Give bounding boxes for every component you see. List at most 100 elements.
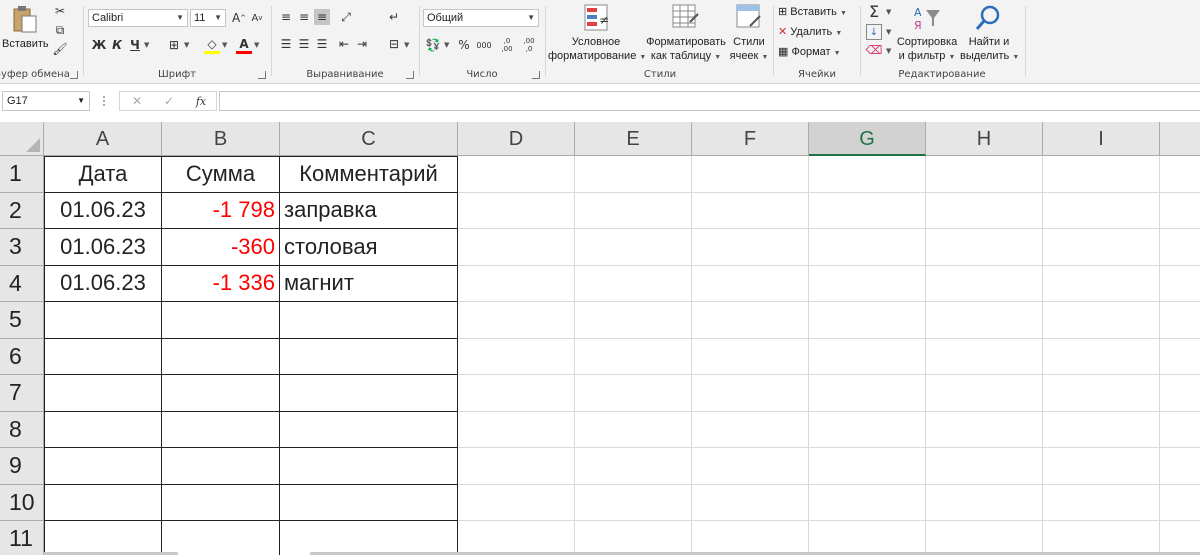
align-bottom-icon[interactable]: ≡ <box>314 9 330 25</box>
fill-color-icon[interactable]: ◇ <box>204 36 220 54</box>
cell-g9[interactable] <box>809 448 926 485</box>
alignment-launcher[interactable] <box>406 71 414 79</box>
name-box[interactable]: G17 ▼ <box>2 91 90 111</box>
cell-i2[interactable] <box>1043 192 1160 229</box>
align-top-icon[interactable]: ≡ <box>278 9 294 25</box>
chevron-down-icon[interactable]: ▼ <box>144 41 149 49</box>
cell-a11[interactable] <box>44 521 162 555</box>
column-header-f[interactable]: F <box>692 122 809 156</box>
cell-h8[interactable] <box>926 411 1043 448</box>
align-left-icon[interactable]: ☰ <box>278 36 294 52</box>
cell-d2[interactable] <box>458 192 575 229</box>
cell-g11[interactable] <box>809 521 926 555</box>
cell-b6[interactable] <box>162 338 280 375</box>
insert-function-icon[interactable]: fx <box>192 93 210 109</box>
cell-f5[interactable] <box>692 302 809 339</box>
cell-g6[interactable] <box>809 338 926 375</box>
clipboard-launcher[interactable] <box>70 71 78 79</box>
cell-b2[interactable]: -1 798 <box>162 192 280 229</box>
formula-input[interactable] <box>219 91 1200 111</box>
cell-e11[interactable] <box>575 521 692 555</box>
column-header-c[interactable]: C <box>280 122 458 156</box>
row-header-9[interactable]: 9 <box>0 448 44 485</box>
row-header-10[interactable]: 10 <box>0 484 44 521</box>
font-name-select[interactable]: Calibri ▼ <box>88 9 188 27</box>
cell-g5[interactable] <box>809 302 926 339</box>
chevron-down-icon[interactable]: ▼ <box>404 41 409 49</box>
row-header-5[interactable]: 5 <box>0 302 44 339</box>
cell-d5[interactable] <box>458 302 575 339</box>
cell-i3[interactable] <box>1043 229 1160 266</box>
cell-h9[interactable] <box>926 448 1043 485</box>
merge-center-icon[interactable]: ⊟ <box>386 36 402 52</box>
font-color-icon[interactable]: A <box>236 36 252 54</box>
cell-h2[interactable] <box>926 192 1043 229</box>
cell-a4[interactable]: 01.06.23 <box>44 265 162 302</box>
cell-c3[interactable]: столовая <box>280 229 458 266</box>
column-header-d[interactable]: D <box>458 122 575 156</box>
cell-e3[interactable] <box>575 229 692 266</box>
cell-b11[interactable] <box>162 521 280 555</box>
cell-e2[interactable] <box>575 192 692 229</box>
cell-d9[interactable] <box>458 448 575 485</box>
cell-b7[interactable] <box>162 375 280 412</box>
cell-g4[interactable] <box>809 265 926 302</box>
select-all-button[interactable] <box>0 122 44 156</box>
orientation-icon[interactable]: ⤢ <box>336 9 356 25</box>
cell-styles-button[interactable]: Стили ячеек ▼ <box>728 2 770 64</box>
column-header-a[interactable]: A <box>44 122 162 156</box>
row-header-3[interactable]: 3 <box>0 229 44 266</box>
chevron-down-icon[interactable]: ▼ <box>886 28 891 36</box>
cell-f7[interactable] <box>692 375 809 412</box>
cell-e9[interactable] <box>575 448 692 485</box>
column-header-b[interactable]: B <box>162 122 280 156</box>
cell-d11[interactable] <box>458 521 575 555</box>
row-header-11[interactable]: 11 <box>0 521 44 555</box>
cell-a5[interactable] <box>44 302 162 339</box>
cell-e6[interactable] <box>575 338 692 375</box>
cell-c1[interactable]: Комментарий <box>280 156 458 193</box>
insert-cells-button[interactable]: ⊞ Вставить ▼ <box>778 5 847 18</box>
cell-f6[interactable] <box>692 338 809 375</box>
cell-f10[interactable] <box>692 484 809 521</box>
grow-font-button[interactable]: A ^ <box>231 9 247 27</box>
column-header-h[interactable]: H <box>926 122 1043 156</box>
sort-filter-button[interactable]: А Я Сортировка и фильтр ▼ <box>896 2 958 64</box>
cell-c8[interactable] <box>280 411 458 448</box>
cell-h11[interactable] <box>926 521 1043 555</box>
cell-a8[interactable] <box>44 411 162 448</box>
cell-c4[interactable]: магнит <box>280 265 458 302</box>
cell-a2[interactable]: 01.06.23 <box>44 192 162 229</box>
row-header-8[interactable]: 8 <box>0 411 44 448</box>
fill-down-icon[interactable]: ↓ <box>866 24 882 40</box>
chevron-down-icon[interactable]: ▼ <box>444 41 449 49</box>
cell-i5[interactable] <box>1043 302 1160 339</box>
cell-a3[interactable]: 01.06.23 <box>44 229 162 266</box>
delete-cells-button[interactable]: ✕ Удалить ▼ <box>778 25 842 38</box>
conditional-formatting-button[interactable]: ≠ Условное форматирование ▼ <box>548 2 646 64</box>
copy-icon[interactable]: ⧉ <box>52 22 68 38</box>
cell-b4[interactable]: -1 336 <box>162 265 280 302</box>
cell-i8[interactable] <box>1043 411 1160 448</box>
cell-i10[interactable] <box>1043 484 1160 521</box>
cell-f8[interactable] <box>692 411 809 448</box>
borders-icon[interactable]: ⊞ <box>166 36 182 54</box>
cell-e8[interactable] <box>575 411 692 448</box>
increase-decimal-button[interactable]: ,0 ,00 <box>498 35 516 55</box>
cell-h7[interactable] <box>926 375 1043 412</box>
decrease-decimal-button[interactable]: ,00 ,0 <box>520 35 538 55</box>
cell-f2[interactable] <box>692 192 809 229</box>
cell-h1[interactable] <box>926 156 1043 193</box>
format-painter-icon[interactable]: 🖌 <box>52 41 68 57</box>
align-middle-icon[interactable]: ≡ <box>296 9 312 25</box>
currency-icon[interactable]: 💱 <box>424 36 442 54</box>
format-cells-button[interactable]: ▦ Формат ▼ <box>778 45 841 58</box>
cell-h5[interactable] <box>926 302 1043 339</box>
find-select-button[interactable]: Найти и выделить ▼ <box>960 2 1019 64</box>
cancel-icon[interactable]: ✕ <box>128 93 146 109</box>
format-as-table-button[interactable]: Форматировать как таблицу ▼ <box>644 2 728 64</box>
cell-e4[interactable] <box>575 265 692 302</box>
cell-g2[interactable] <box>809 192 926 229</box>
cell-i9[interactable] <box>1043 448 1160 485</box>
cell-b8[interactable] <box>162 411 280 448</box>
